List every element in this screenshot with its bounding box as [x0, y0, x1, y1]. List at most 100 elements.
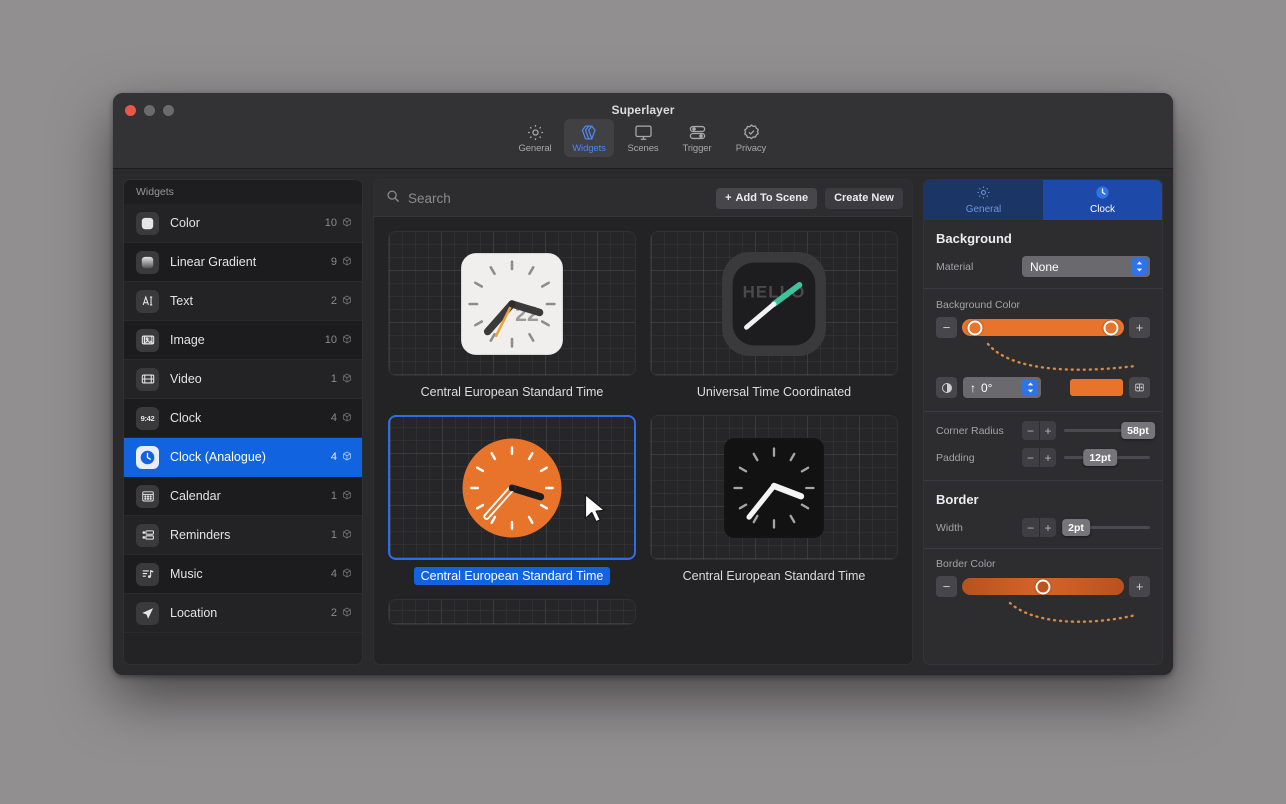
padding-slider[interactable]: 12pt [1064, 448, 1150, 467]
sidebar-item-image[interactable]: Image 10 [124, 321, 362, 360]
decrement-button[interactable]: − [1022, 448, 1039, 467]
widget-thumbnail[interactable]: 22 [388, 231, 636, 376]
sidebar-item-video[interactable]: Video 1 [124, 360, 362, 399]
tab-privacy[interactable]: Privacy [726, 119, 776, 157]
border-width-slider[interactable]: 2pt [1062, 518, 1150, 537]
add-to-scene-label: Add To Scene [735, 192, 809, 204]
widget-thumbnail[interactable] [650, 415, 898, 560]
film-icon [136, 367, 159, 391]
gradient-stop-end[interactable] [1103, 320, 1119, 335]
background-gradient-bar[interactable] [962, 319, 1124, 336]
cube-icon [342, 529, 352, 542]
inspector-tab-general[interactable]: General [924, 180, 1043, 220]
angle-direction-icon: ↑ [970, 380, 976, 395]
search-input[interactable] [408, 190, 709, 206]
window-title: Superlayer [611, 103, 675, 117]
background-section-title: Background [936, 231, 1012, 246]
widget-thumbnail[interactable] [388, 599, 636, 625]
widget-card[interactable]: HELLO Universal Time Coordinated [650, 231, 898, 401]
add-to-scene-button[interactable]: + Add To Scene [716, 187, 818, 209]
cube-icon [342, 412, 352, 425]
sidebar: Widgets Color 10 Linear Gradient 9 Text … [123, 179, 363, 665]
location-arrow-icon [136, 601, 159, 625]
widget-caption: Central European Standard Time [420, 385, 604, 399]
padding-stepper[interactable]: − + [1022, 448, 1056, 467]
sidebar-item-clock[interactable]: 9:42 Clock 4 [124, 399, 362, 438]
black-square-clock-preview [724, 437, 824, 538]
increment-button[interactable]: + [1039, 518, 1056, 537]
tab-general[interactable]: General [510, 119, 560, 157]
contrast-icon-button[interactable] [936, 377, 957, 398]
orange-circle-clock-preview [462, 438, 562, 537]
widget-card-selected[interactable]: Central European Standard Time [388, 415, 636, 585]
add-stop-button[interactable]: + [1129, 317, 1150, 338]
create-new-button[interactable]: Create New [825, 187, 903, 209]
sidebar-item-color[interactable]: Color 10 [124, 204, 362, 243]
border-width-value[interactable]: 2pt [1062, 519, 1090, 536]
border-width-label: Width [936, 521, 963, 534]
increment-button[interactable]: + [1039, 421, 1056, 440]
decrement-button[interactable]: − [1022, 421, 1039, 440]
tab-trigger[interactable]: Trigger [672, 119, 722, 157]
widget-thumbnail[interactable]: HELLO [650, 231, 898, 376]
sidebar-item-music[interactable]: Music 4 [124, 555, 362, 594]
cube-icon [342, 607, 352, 620]
padding-value[interactable]: 12pt [1083, 449, 1117, 466]
angle-stepper[interactable]: ↑ 0° [963, 377, 1041, 398]
padding-label: Padding [936, 451, 975, 464]
increment-button[interactable]: + [1039, 448, 1056, 467]
inspector-tab-label: Clock [1089, 204, 1115, 215]
sidebar-item-text[interactable]: Text 2 [124, 282, 362, 321]
widget-thumbnail[interactable] [388, 415, 636, 560]
sidebar-item-linear-gradient[interactable]: Linear Gradient 9 [124, 243, 362, 282]
color-swatch[interactable] [1070, 379, 1123, 396]
inspector-tab-clock[interactable]: Clock [1043, 180, 1162, 220]
color-grid-button[interactable] [1129, 377, 1150, 398]
sidebar-item-calendar[interactable]: Calendar 1 [124, 477, 362, 516]
gradient-stop-start[interactable] [967, 320, 983, 335]
sidebar-item-label: Reminders [170, 528, 231, 542]
sidebar-item-count: 4 [331, 412, 352, 425]
border-color-label: Border Color [936, 558, 996, 570]
badge-check-icon [742, 123, 761, 142]
inspector-body: Background Material None Background Colo… [924, 220, 1162, 664]
calendar-icon [136, 484, 159, 508]
sidebar-item-label: Location [170, 606, 218, 620]
cube-icon [342, 217, 352, 230]
widget-card[interactable]: 22 Central European Standard Time [388, 231, 636, 401]
remove-stop-button[interactable]: − [936, 317, 957, 338]
cube-icon [342, 334, 352, 347]
remove-border-stop-button[interactable]: − [936, 576, 957, 597]
dark-rounded-clock-preview: HELLO [722, 251, 826, 356]
tab-label: Widgets [572, 143, 606, 154]
widget-card-partial[interactable] [388, 599, 636, 625]
border-gradient-bar[interactable] [962, 578, 1124, 595]
plus-icon: + [725, 192, 732, 204]
sidebar-item-clock-analogue[interactable]: Clock (Analogue) 4 [124, 438, 362, 477]
add-border-stop-button[interactable]: + [1129, 576, 1150, 597]
material-select[interactable]: None [1022, 256, 1150, 277]
tab-widgets[interactable]: Widgets [564, 119, 614, 157]
sidebar-item-count: 10 [325, 217, 352, 230]
sidebar-item-location[interactable]: Location 2 [124, 594, 362, 633]
tab-label: Privacy [735, 143, 767, 154]
sidebar-item-count: 1 [331, 490, 352, 503]
gear-icon [976, 185, 991, 203]
corner-radius-value[interactable]: 58pt [1121, 422, 1155, 439]
corner-radius-stepper[interactable]: − + [1022, 421, 1056, 440]
background-gradient-row: − + [924, 317, 1162, 344]
decrement-button[interactable]: − [1022, 518, 1039, 537]
corner-radius-slider[interactable]: 58pt [1064, 421, 1155, 440]
tab-scenes[interactable]: Scenes [618, 119, 668, 157]
titlebar: Superlayer General Widgets Scenes Trigge… [113, 93, 1173, 169]
sidebar-item-count: 4 [331, 568, 352, 581]
sidebar-item-label: Calendar [170, 489, 221, 503]
analogue-clock-icon [136, 445, 159, 469]
sidebar-item-reminders[interactable]: Reminders 1 [124, 516, 362, 555]
widget-card[interactable]: Central European Standard Time [650, 415, 898, 585]
window-body: Widgets Color 10 Linear Gradient 9 Text … [113, 169, 1173, 675]
border-gradient-stop[interactable] [1035, 579, 1051, 594]
cube-icon [342, 256, 352, 269]
tab-label: Trigger [682, 143, 712, 154]
border-width-stepper[interactable]: − + [1022, 518, 1056, 537]
